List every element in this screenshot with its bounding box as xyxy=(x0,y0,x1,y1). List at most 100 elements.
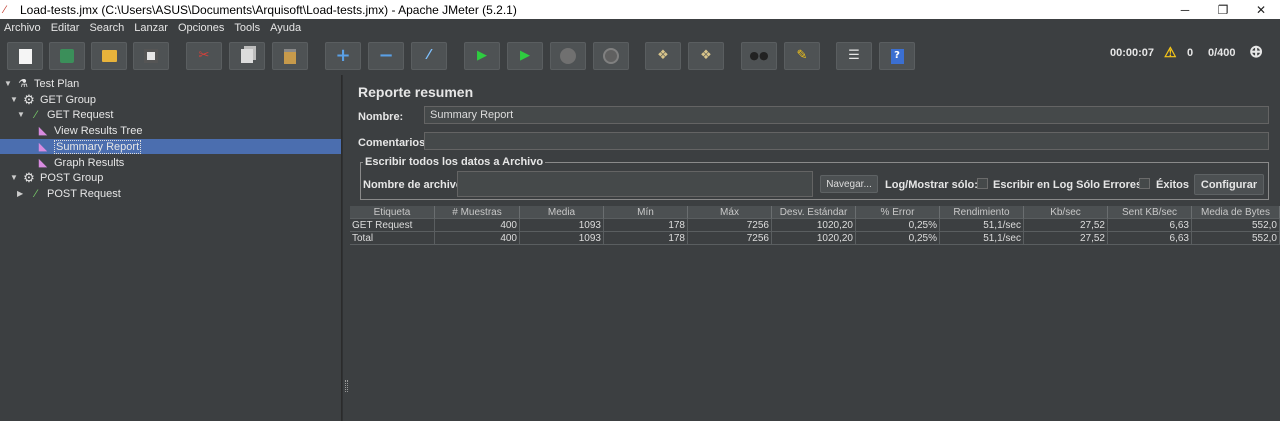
tree-item-view-results-tree[interactable]: ◣ View Results Tree xyxy=(36,123,143,138)
active-threads: 0/400 xyxy=(1208,47,1236,59)
table-cell: GET Request xyxy=(350,219,435,232)
clear-button[interactable]: ❖ xyxy=(645,42,681,70)
collapse-arrow-icon[interactable]: ▼ xyxy=(10,173,20,182)
column-header-label[interactable]: Etiqueta xyxy=(350,206,435,219)
open-button[interactable] xyxy=(91,42,127,70)
column-header-std-dev[interactable]: Desv. Estándar xyxy=(772,206,856,219)
new-button[interactable] xyxy=(7,42,43,70)
close-button[interactable]: ✕ xyxy=(1242,0,1280,19)
name-label: Nombre: xyxy=(358,111,404,123)
collapse-arrow-icon[interactable]: ▼ xyxy=(10,95,20,104)
plus-icon: + xyxy=(335,45,351,66)
play-icon: ▶ xyxy=(477,48,487,63)
tree-item-test-plan[interactable]: ▼ ⚗ Test Plan xyxy=(4,76,79,91)
reset-search-button[interactable]: ✎ xyxy=(784,42,820,70)
column-header-sent-kb-sec[interactable]: Sent KB/sec xyxy=(1108,206,1192,219)
table-cell: 51,1/sec xyxy=(940,232,1024,245)
table-cell: 178 xyxy=(604,232,688,245)
name-input[interactable]: Summary Report xyxy=(424,106,1269,124)
expand-arrow-icon[interactable]: ▶ xyxy=(17,189,27,198)
menu-ayuda[interactable]: Ayuda xyxy=(270,22,301,34)
menu-editar[interactable]: Editar xyxy=(51,22,80,34)
table-cell: Total xyxy=(350,232,435,245)
tree-item-get-group[interactable]: ▼ ⚙ GET Group xyxy=(10,92,96,107)
tree-item-post-group[interactable]: ▼ ⚙ POST Group xyxy=(10,170,103,185)
write-to-file-legend: Escribir todos los datos a Archivo xyxy=(363,156,546,168)
divider-grip[interactable] xyxy=(345,380,348,392)
toggle-button[interactable]: ⁄ xyxy=(411,42,447,70)
tree-item-summary-report[interactable]: ◣ Summary Report xyxy=(0,139,341,154)
menu-archivo[interactable]: Archivo xyxy=(4,22,41,34)
cut-button[interactable]: ✂ xyxy=(186,42,222,70)
tree-item-label: Graph Results xyxy=(54,156,125,169)
successes-checkbox[interactable] xyxy=(1139,178,1150,189)
errors-only-checkbox[interactable] xyxy=(977,178,988,189)
stop-button[interactable] xyxy=(550,42,586,70)
table-cell: 7256 xyxy=(688,232,772,245)
table-cell: 0,25% xyxy=(856,232,940,245)
warning-icon[interactable]: ⚠ xyxy=(1164,44,1177,61)
column-header-min[interactable]: Mín xyxy=(604,206,688,219)
split-pane-divider[interactable] xyxy=(342,75,350,421)
table-cell: 0,25% xyxy=(856,219,940,232)
help-button[interactable]: ? xyxy=(879,42,915,70)
tree-item-graph-results[interactable]: ◣ Graph Results xyxy=(36,155,125,170)
search-button[interactable]: ●● xyxy=(741,42,777,70)
new-file-icon xyxy=(18,48,32,64)
copy-icon xyxy=(241,49,253,63)
shutdown-icon xyxy=(603,48,619,64)
configure-button[interactable]: Configurar xyxy=(1194,174,1264,195)
collapse-arrow-icon[interactable]: ▼ xyxy=(4,79,14,88)
clear-all-button[interactable]: ❖ xyxy=(688,42,724,70)
wand-icon: ⁄ xyxy=(427,48,431,63)
table-header: Etiqueta # Muestras Media Mín Máx Desv. … xyxy=(350,206,1280,219)
table-cell: 7256 xyxy=(688,219,772,232)
column-header-max[interactable]: Máx xyxy=(688,206,772,219)
paste-button[interactable] xyxy=(272,42,308,70)
minimize-button[interactable]: ─ xyxy=(1166,0,1204,19)
gear-icon: ⚙ xyxy=(23,91,35,107)
column-header-avg-bytes[interactable]: Media de Bytes xyxy=(1192,206,1280,219)
collapse-all-button[interactable]: − xyxy=(368,42,404,70)
pipette-icon: ⁄ xyxy=(35,108,37,121)
test-plan-tree: ▼ ⚗ Test Plan ▼ ⚙ GET Group ▼ ⁄ GET Requ… xyxy=(0,75,342,421)
templates-button[interactable] xyxy=(49,42,85,70)
table-cell: 1020,20 xyxy=(772,232,856,245)
table-cell: 27,52 xyxy=(1024,232,1108,245)
flask-icon: ⚗ xyxy=(18,78,28,90)
menu-search[interactable]: Search xyxy=(89,22,124,34)
tree-item-get-request[interactable]: ▼ ⁄ GET Request xyxy=(17,107,113,122)
column-header-error[interactable]: % Error xyxy=(856,206,940,219)
function-helper-button[interactable]: ☰ xyxy=(836,42,872,70)
menu-lanzar[interactable]: Lanzar xyxy=(134,22,168,34)
filename-input[interactable] xyxy=(457,171,813,197)
browse-button[interactable]: Navegar... xyxy=(820,175,878,193)
copy-button[interactable] xyxy=(229,42,265,70)
column-header-kb-sec[interactable]: Kb/sec xyxy=(1024,206,1108,219)
successes-label: Éxitos xyxy=(1156,179,1190,191)
menu-opciones[interactable]: Opciones xyxy=(178,22,224,34)
column-header-throughput[interactable]: Rendimiento xyxy=(940,206,1024,219)
panel-title: Reporte resumen xyxy=(358,84,474,100)
summary-table: Etiqueta # Muestras Media Mín Máx Desv. … xyxy=(350,206,1280,421)
save-button[interactable] xyxy=(133,42,169,70)
remote-start-globe-icon[interactable]: ⊕ xyxy=(1249,42,1263,62)
table-row[interactable]: Total 400 1093 178 7256 1020,20 0,25% 51… xyxy=(350,232,1280,245)
shutdown-button[interactable] xyxy=(593,42,629,70)
clipboard-icon xyxy=(284,48,296,64)
table-row[interactable]: GET Request 400 1093 178 7256 1020,20 0,… xyxy=(350,219,1280,232)
start-button[interactable]: ▶ xyxy=(464,42,500,70)
gear-icon: ⚙ xyxy=(23,169,35,185)
expand-all-button[interactable]: + xyxy=(325,42,361,70)
column-header-samples[interactable]: # Muestras xyxy=(435,206,520,219)
collapse-arrow-icon[interactable]: ▼ xyxy=(17,110,27,119)
start-no-pauses-button[interactable]: ▶ xyxy=(507,42,543,70)
comments-input[interactable] xyxy=(424,132,1269,150)
listener-chart-icon: ◣ xyxy=(38,125,48,137)
listener-chart-icon: ◣ xyxy=(38,157,48,169)
column-header-average[interactable]: Media xyxy=(520,206,604,219)
scissors-icon: ✂ xyxy=(198,48,210,63)
maximize-button[interactable]: ❐ xyxy=(1204,0,1242,19)
menu-tools[interactable]: Tools xyxy=(234,22,260,34)
tree-item-post-request[interactable]: ▶ ⁄ POST Request xyxy=(17,186,121,201)
